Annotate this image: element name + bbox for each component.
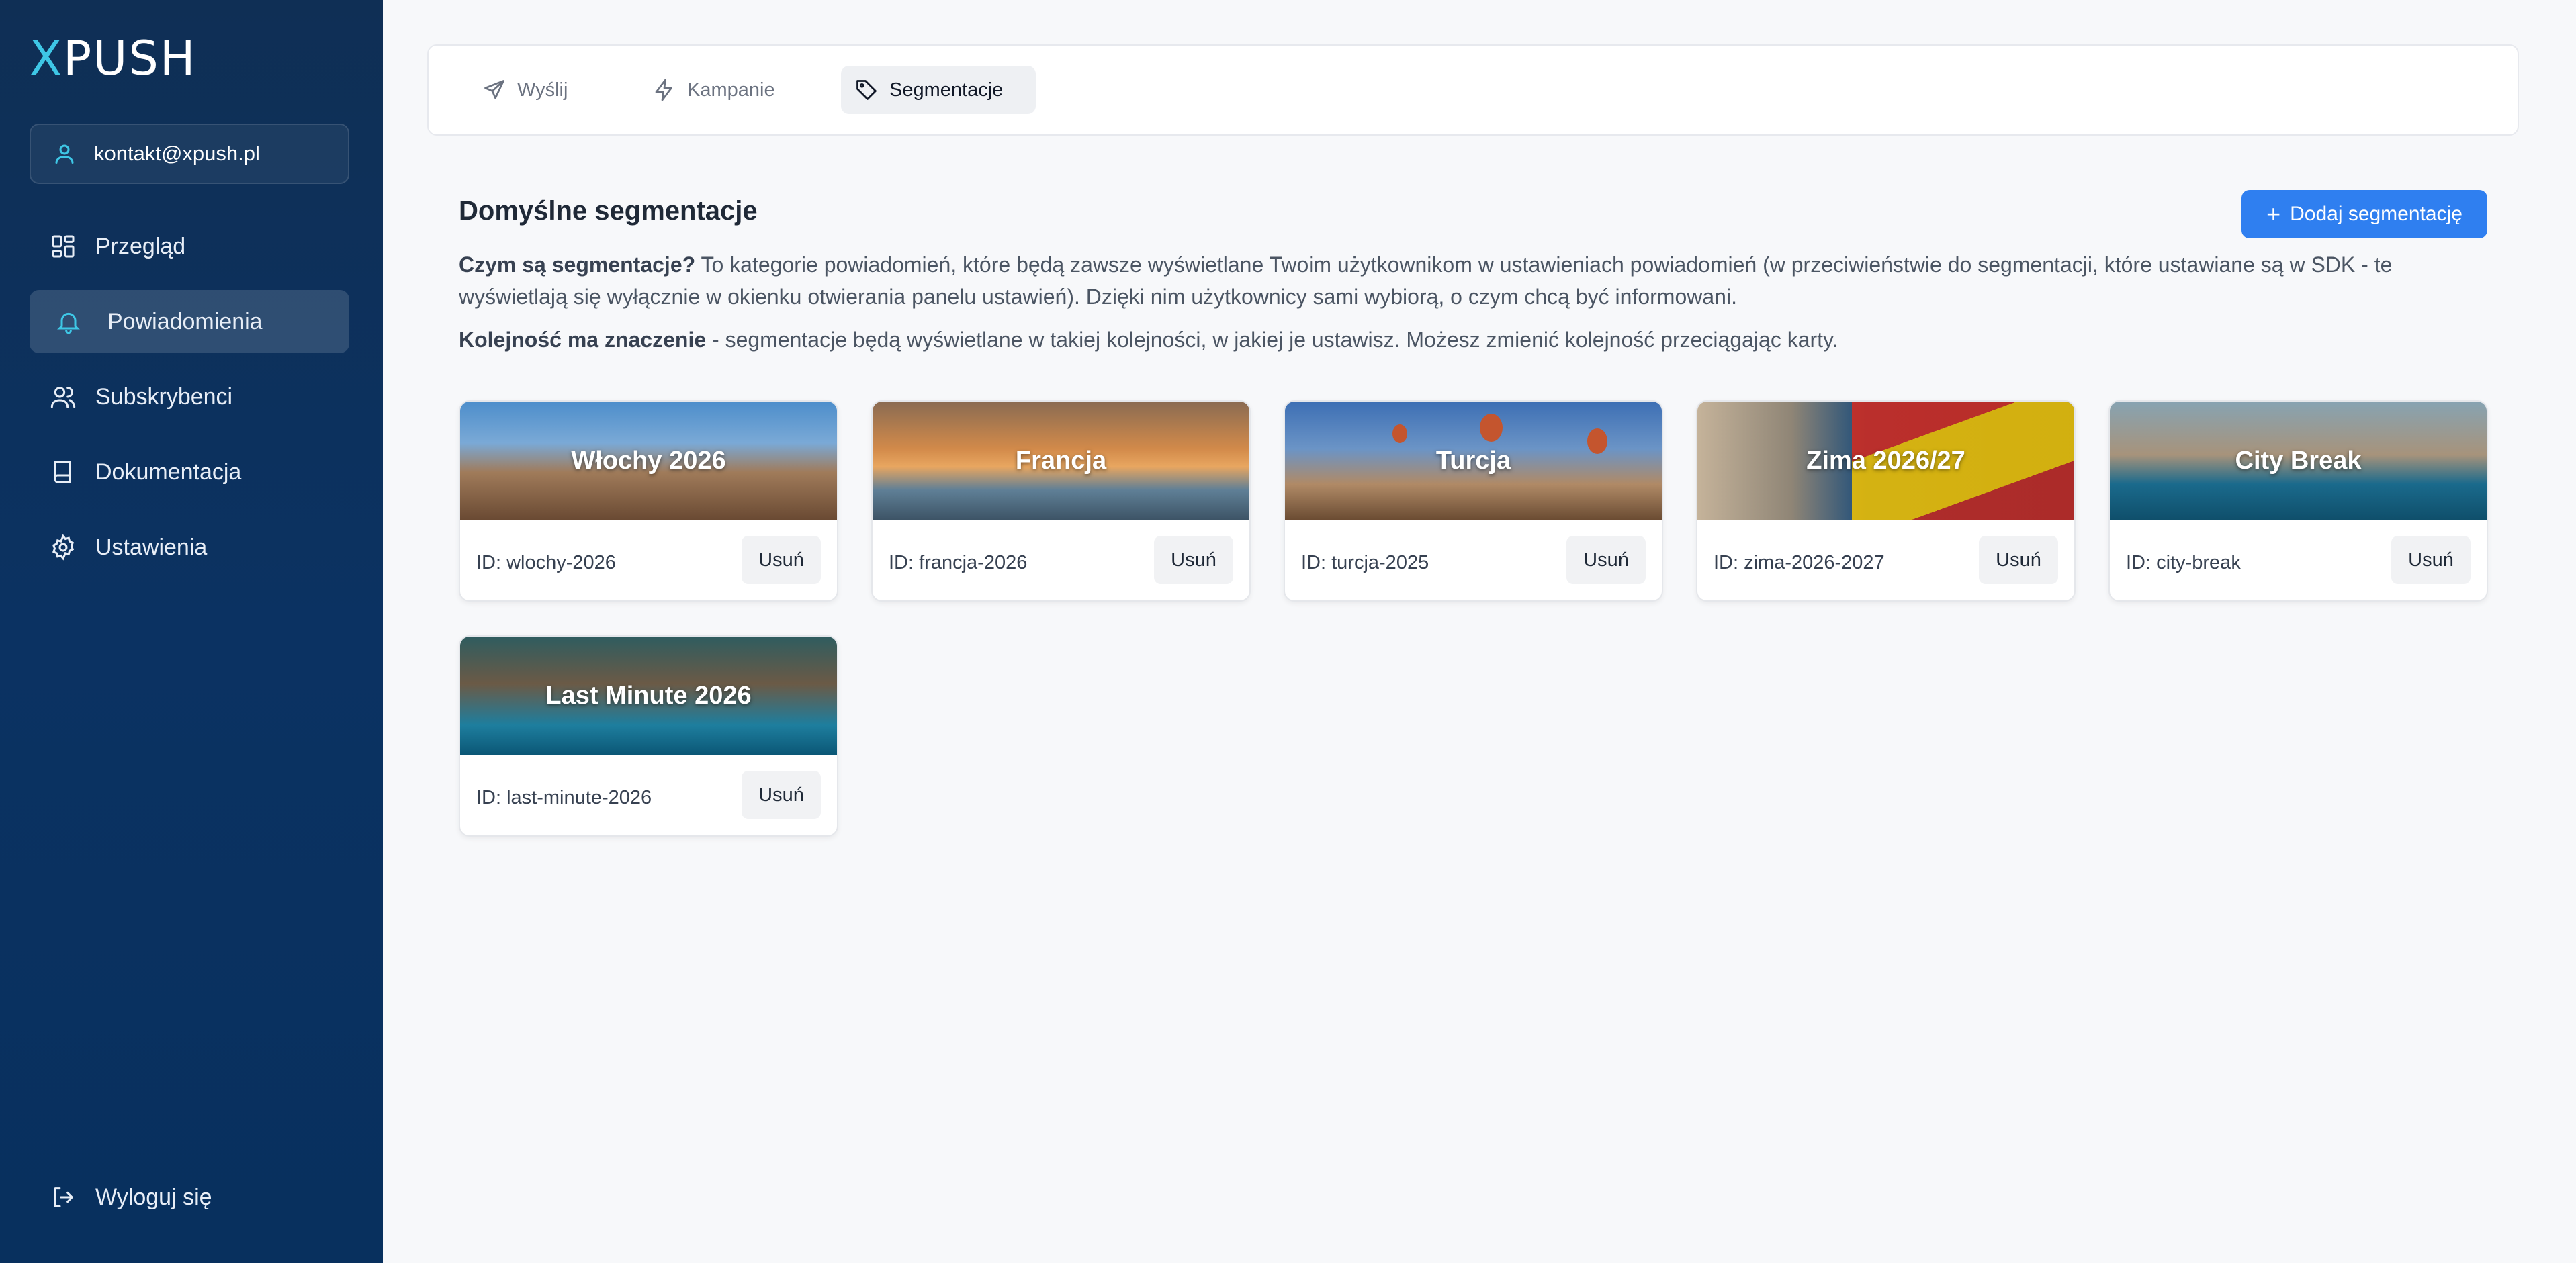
segment-card[interactable]: Zima 2026/27 ID: zima-2026-2027 Usuń <box>1696 400 2076 602</box>
tab-label: Wyślij <box>517 79 568 101</box>
sidebar-item-przeglad[interactable]: Przegląd <box>30 215 349 278</box>
logout-icon <box>54 1187 73 1207</box>
add-button-label: Dodaj segmentację <box>2290 203 2462 225</box>
balloon-shape <box>1392 424 1407 443</box>
balloon-shape <box>1587 428 1607 454</box>
segment-title: Turcja <box>1435 446 1511 475</box>
segment-image: Francja <box>873 402 1249 520</box>
dashboard-icon <box>52 235 75 258</box>
segment-image: Turcja <box>1285 402 1662 520</box>
sidebar-item-ustawienia[interactable]: Ustawienia <box>30 516 349 579</box>
sidebar-item-label: Przegląd <box>95 233 186 259</box>
users-icon <box>50 387 76 408</box>
sidebar-nav: Przegląd Powiadomienia Subskrybenci Doku… <box>30 215 349 591</box>
bell-icon <box>57 312 80 334</box>
segment-id: ID: last-minute-2026 <box>476 787 652 808</box>
tab-bar: Wyślij Kampanie Segmentacje <box>427 44 2519 136</box>
segment-title: Włochy 2026 <box>571 446 726 475</box>
sidebar-item-label: Powiadomienia <box>107 308 263 334</box>
delete-button[interactable]: Usuń <box>1566 536 1646 584</box>
tab-label: Segmentacje <box>889 79 1004 101</box>
segment-card[interactable]: Turcja ID: turcja-2025 Usuń <box>1284 400 1663 602</box>
segment-id: ID: turcja-2025 <box>1301 552 1429 573</box>
account-email: kontakt@xpush.pl <box>94 142 260 165</box>
send-icon <box>484 80 504 99</box>
tab-kampanie[interactable]: Kampanie <box>639 66 793 114</box>
page-title: Domyślne segmentacje <box>459 196 758 226</box>
logo-x: X <box>30 31 63 86</box>
segment-title: Francja <box>1015 446 1107 475</box>
order-description-bold: Kolejność ma znaczenie <box>459 328 707 352</box>
order-description: Kolejność ma znaczenie - segmentacje będ… <box>459 324 2501 356</box>
add-segmentation-button[interactable]: + Dodaj segmentację <box>2241 190 2487 238</box>
sidebar-item-label: Subskrybenci <box>95 383 233 410</box>
balloon-shape <box>1480 414 1503 442</box>
lightning-icon <box>655 79 672 101</box>
segment-footer: ID: francja-2026 Usuń <box>873 520 1249 600</box>
tab-label: Kampanie <box>687 79 775 101</box>
segment-id: ID: wlochy-2026 <box>476 552 616 573</box>
delete-button[interactable]: Usuń <box>1154 536 1233 584</box>
sidebar-item-subskrybenci[interactable]: Subskrybenci <box>30 365 349 428</box>
description-text: To kategorie powiadomień, które będą zaw… <box>459 252 2393 309</box>
description-bold: Czym są segmentacje? <box>459 252 696 277</box>
xpush-logo[interactable]: X PUSH <box>30 31 197 86</box>
sidebar-item-label: Ustawienia <box>95 534 208 560</box>
segment-footer: ID: zima-2026-2027 Usuń <box>1697 520 2074 600</box>
segment-card[interactable]: Francja ID: francja-2026 Usuń <box>871 400 1251 602</box>
description: Czym są segmentacje? To kategorie powiad… <box>459 248 2501 313</box>
sidebar-item-dokumentacja[interactable]: Dokumentacja <box>30 440 349 504</box>
sidebar: X PUSH kontakt@xpush.pl Przegląd Powiadom… <box>0 0 383 1263</box>
segment-image: Włochy 2026 <box>460 402 837 520</box>
segment-title: City Break <box>2235 446 2362 475</box>
plus-icon: + <box>2266 200 2281 228</box>
sidebar-item-label: Dokumentacja <box>95 459 242 485</box>
tab-wyslij[interactable]: Wyślij <box>469 66 590 114</box>
segment-card[interactable]: City Break ID: city-break Usuń <box>2108 400 2488 602</box>
segment-footer: ID: wlochy-2026 Usuń <box>460 520 837 600</box>
delete-button[interactable]: Usuń <box>742 536 821 584</box>
user-icon <box>55 144 74 164</box>
tab-segmentacje[interactable]: Segmentacje <box>841 66 1036 114</box>
logout-label: Wyloguj się <box>95 1184 212 1210</box>
segment-card[interactable]: Włochy 2026 ID: wlochy-2026 Usuń <box>459 400 838 602</box>
segment-title: Zima 2026/27 <box>1806 446 1965 475</box>
segment-id: ID: city-break <box>2126 552 2241 573</box>
segment-image: City Break <box>2110 402 2487 520</box>
tag-icon <box>856 80 877 100</box>
segment-footer: ID: last-minute-2026 Usuń <box>460 755 837 835</box>
book-icon <box>54 461 71 483</box>
delete-button[interactable]: Usuń <box>742 771 821 819</box>
segment-title: Last Minute 2026 <box>545 681 752 710</box>
delete-button[interactable]: Usuń <box>2391 536 2471 584</box>
order-description-text: - segmentacje będą wyświetlane w takiej … <box>706 328 1838 352</box>
segment-footer: ID: city-break Usuń <box>2110 520 2487 600</box>
sidebar-item-powiadomienia[interactable]: Powiadomienia <box>30 290 349 353</box>
account-button[interactable]: kontakt@xpush.pl <box>30 124 349 184</box>
segment-footer: ID: turcja-2025 Usuń <box>1285 520 1662 600</box>
segment-card[interactable]: Last Minute 2026 ID: last-minute-2026 Us… <box>459 635 838 837</box>
segment-image: Last Minute 2026 <box>460 637 837 755</box>
delete-button[interactable]: Usuń <box>1979 536 2058 584</box>
segment-image: Zima 2026/27 <box>1697 402 2074 520</box>
logout-button[interactable]: Wyloguj się <box>30 1166 349 1229</box>
logo-text: PUSH <box>62 31 197 86</box>
segment-id: ID: francja-2026 <box>889 552 1028 573</box>
segment-id: ID: zima-2026-2027 <box>1714 552 1885 573</box>
gear-icon <box>52 534 75 561</box>
